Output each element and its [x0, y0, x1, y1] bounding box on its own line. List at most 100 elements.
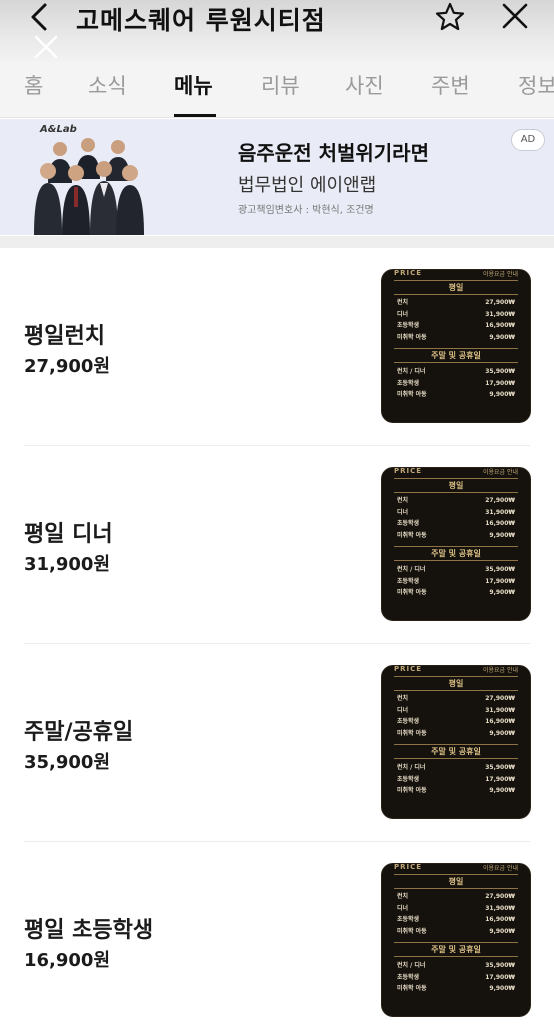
ad-banner[interactable]: A&Lab 음주운전 처벌위기라면 법무법인 에이앤랩 광고책임변호사 : 박현… — [0, 119, 554, 235]
price-board-row-price: 9,900₩ — [489, 589, 515, 596]
price-board-row-price: 31,900₩ — [485, 706, 515, 714]
price-board-subtitle: 이용요금 안내 — [482, 271, 518, 278]
price-board-header: PRICE 이용요금 안내 — [382, 864, 530, 872]
price-board-row-price: 31,900₩ — [485, 904, 515, 912]
menu-item-name: 주말/공휴일 — [24, 720, 134, 745]
price-board-row: 런치 / 디너 35,900₩ — [397, 564, 515, 575]
price-board-row: 디너 31,900₩ — [397, 507, 515, 518]
price-board-row-name: 초등학생 — [397, 718, 420, 725]
tab-reviews[interactable]: 리뷰 — [261, 70, 300, 100]
price-board-row-price: 17,900₩ — [485, 973, 515, 981]
tab-photos[interactable]: 사진 — [345, 70, 384, 100]
menu-item-thumbnail[interactable]: PRICE 이용요금 안내 평일 런치 27,900₩ 디너 31,900₩ 초등학생 16,9… — [381, 665, 531, 819]
price-board-row: 미취학 아동 9,900₩ — [397, 728, 515, 739]
price-board-row-price: 17,900₩ — [485, 775, 515, 783]
price-board-row: 미취학 아동 9,900₩ — [397, 926, 515, 937]
price-board-row-name: 런치 / 디너 — [397, 962, 426, 969]
price-board-row-price: 27,900₩ — [485, 695, 515, 702]
price-board-row: 런치 27,900₩ — [397, 495, 515, 506]
price-board-row-price: 16,900₩ — [485, 520, 515, 527]
price-board-row-name: 미취학 아동 — [397, 333, 427, 341]
price-board-row-price: 27,900₩ — [485, 893, 515, 900]
price-board-weekday-label: 평일 — [394, 478, 518, 493]
price-board-row-name: 런치 — [397, 497, 409, 504]
price-board-row-name: 초등학생 — [397, 916, 420, 923]
close-icon — [34, 35, 58, 59]
menu-item-price: 27,900원 — [24, 356, 111, 377]
menu-item[interactable]: 주말/공휴일 35,900원 PRICE 이용요금 안내 평일 런치 27,900₩ 디너… — [0, 644, 554, 842]
price-board-header: PRICE 이용요금 안내 — [382, 666, 530, 674]
back-button[interactable] — [24, 0, 58, 34]
price-board-subtitle: 이용요금 안내 — [482, 469, 518, 476]
price-board-row-price: 16,900₩ — [485, 322, 515, 329]
price-board-subtitle: 이용요금 안내 — [482, 865, 518, 872]
tab-nearby[interactable]: 주변 — [431, 70, 470, 100]
price-board-row-price: 17,900₩ — [485, 379, 515, 387]
price-board-row: 초등학생 17,900₩ — [397, 378, 515, 389]
price-board-row-name: 미취학 아동 — [397, 391, 427, 398]
price-board-row: 미취학 아동 9,900₩ — [397, 332, 515, 343]
price-board-row: 미취학 아동 9,900₩ — [397, 983, 515, 994]
tab-menu[interactable]: 메뉴 — [174, 70, 213, 100]
price-board-row: 초등학생 17,900₩ — [397, 972, 515, 983]
price-board-row-price: 31,900₩ — [485, 310, 515, 318]
price-board-row-name: 미취학 아동 — [397, 787, 427, 794]
price-board-row: 초등학생 17,900₩ — [397, 576, 515, 587]
price-board-title: PRICE — [394, 863, 423, 871]
price-board-row-name: 초등학생 — [397, 973, 420, 981]
overlay-close-button[interactable] — [32, 33, 60, 61]
price-board-row-price: 35,900₩ — [485, 566, 515, 573]
close-icon — [502, 3, 528, 29]
price-board-row-price: 9,900₩ — [489, 333, 515, 341]
menu-item-thumbnail[interactable]: PRICE 이용요금 안내 평일 런치 27,900₩ 디너 31,900₩ 초등학생 16,9… — [381, 863, 531, 1017]
menu-item-price: 35,900원 — [24, 752, 111, 773]
menu-item[interactable]: 평일런치 27,900원 PRICE 이용요금 안내 평일 런치 27,900₩ 디너 31… — [0, 248, 554, 446]
price-board-row-name: 런치 / 디너 — [397, 566, 426, 573]
price-board-row-name: 초등학생 — [397, 379, 420, 387]
menu-item-thumbnail[interactable]: PRICE 이용요금 안내 평일 런치 27,900₩ 디너 31,900₩ 초등학생 16,9… — [381, 269, 531, 423]
close-button[interactable] — [498, 0, 532, 34]
tab-home[interactable]: 홈 — [24, 70, 43, 100]
menu-item-price: 31,900원 — [24, 554, 111, 575]
price-board-row-name: 미취학 아동 — [397, 927, 427, 935]
favorite-button[interactable] — [433, 0, 467, 34]
ad-subtitle: 법무법인 에이앤랩 — [238, 175, 377, 196]
price-board-row-name: 런치 — [397, 893, 409, 900]
price-board-row-name: 초등학생 — [397, 322, 420, 329]
price-board-row-price: 27,900₩ — [485, 299, 515, 306]
price-board-subtitle: 이용요금 안내 — [482, 667, 518, 674]
price-board-title: PRICE — [394, 665, 423, 673]
menu-item[interactable]: 평일 초등학생 16,900원 PRICE 이용요금 안내 평일 런치 27,900₩ 디… — [0, 842, 554, 1024]
tab-news[interactable]: 소식 — [88, 70, 127, 100]
price-board-header: PRICE 이용요금 안내 — [382, 468, 530, 476]
price-board-row: 런치 / 디너 35,900₩ — [397, 960, 515, 971]
menu-item-thumbnail[interactable]: PRICE 이용요금 안내 평일 런치 27,900₩ 디너 31,900₩ 초등학생 16,9… — [381, 467, 531, 621]
price-board-row: 런치 / 디너 35,900₩ — [397, 762, 515, 773]
price-board-row-price: 9,900₩ — [489, 787, 515, 794]
price-board-row: 런치 27,900₩ — [397, 297, 515, 308]
ad-logo: A&Lab — [40, 124, 77, 135]
price-board-weekday-label: 평일 — [394, 280, 518, 295]
menu-item[interactable]: 평일 디너 31,900원 PRICE 이용요금 안내평일런치 27,900₩ 디너 3… — [0, 446, 554, 644]
price-board-weekend-label: 주말 및 공휴일 — [394, 348, 518, 363]
price-board-row-price: 31,900₩ — [485, 508, 515, 516]
price-board-row: 런치 27,900₩ — [397, 693, 515, 704]
top-app-bar: 고메스퀘어 루원시티점 — [0, 0, 554, 62]
menu-item-name: 평일 초등학생 — [24, 918, 154, 943]
section-tabs: 홈 소식 메뉴 리뷰 사진 주변 정보 — [0, 62, 554, 118]
price-board-row: 초등학생 16,900₩ — [397, 914, 515, 925]
price-board-row-name: 런치 — [397, 695, 409, 702]
tab-info[interactable]: 정보 — [518, 70, 554, 100]
ad-lawyers-image — [34, 138, 144, 235]
ad-badge[interactable]: AD — [511, 129, 545, 151]
price-board-row: 초등학생 17,900₩ — [397, 774, 515, 785]
price-board-row-price: 9,900₩ — [489, 729, 515, 737]
chevron-left-icon — [31, 3, 47, 31]
menu-item-name: 평일런치 — [24, 324, 105, 349]
price-board-row-name: 미취학 아동 — [397, 729, 427, 737]
price-board-row: 미취학 아동 9,900₩ — [397, 530, 515, 541]
price-board-weekend-label: 주말 및 공휴일 — [394, 942, 518, 957]
menu-item-name: 평일 디너 — [24, 522, 113, 547]
active-tab-indicator — [174, 114, 216, 117]
menu-item-price: 16,900원 — [24, 950, 111, 971]
